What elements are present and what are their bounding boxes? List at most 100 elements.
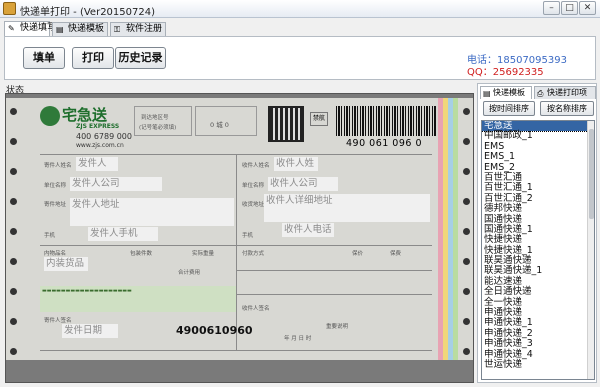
- column-divider: [236, 154, 237, 350]
- origin-box: 到达地区号 (记号笔必须填): [134, 106, 192, 136]
- code-box-text: 0 城 0: [210, 121, 229, 129]
- template-list-item[interactable]: 德邦快递: [482, 203, 594, 214]
- sprocket-hole: [463, 258, 470, 265]
- row-divider: [236, 294, 432, 295]
- receiver-address-field[interactable]: 收件人详细地址: [264, 194, 430, 222]
- history-button[interactable]: 历史记录: [115, 47, 166, 69]
- sender-address-field[interactable]: 发件人地址: [70, 198, 234, 226]
- template-list-item[interactable]: EMS_1: [482, 151, 594, 162]
- tab-template-list[interactable]: ▤ 快递模板: [480, 86, 532, 99]
- tab-fill-express[interactable]: ✎ 快递填写: [4, 21, 56, 36]
- content-field[interactable]: 内装货品: [44, 257, 88, 271]
- sender-phone-field[interactable]: 发件人手机: [88, 227, 158, 241]
- tab-label: 快递模板: [68, 24, 105, 34]
- tab-templates[interactable]: ▤ 快递模板: [52, 22, 108, 36]
- waybill-canvas[interactable]: 宅急送 ZJS EXPRESS 400 6789 000 www.zjs.com…: [5, 93, 474, 383]
- tab-print-items[interactable]: ⎙ 快递打印项: [534, 86, 596, 99]
- fee-label: 保费: [390, 251, 402, 257]
- title-bar: 快递单打印 - (Ver20150724) – □ ✕: [0, 0, 600, 18]
- close-button[interactable]: ✕: [579, 1, 596, 15]
- template-panel: ▤ 快递模板 ⎙ 快递打印项 按时间排序 按名称排序 宅急送 中国邮政_1 EMS E…: [477, 83, 597, 383]
- template-list-item[interactable]: 世运快递: [482, 359, 594, 370]
- receiver-address-label: 收货地址: [242, 202, 265, 208]
- terms-notice: ▬▬▬▬▬▬▬▬▬▬▬▬▬▬▬▬▬▬▬: [40, 286, 236, 312]
- sprocket-hole: [463, 138, 470, 145]
- sender-name-field[interactable]: 发件人: [76, 157, 118, 171]
- key-icon: ⚿: [114, 25, 121, 34]
- sender-company-label: 单位名称: [44, 183, 67, 189]
- sprocket-hole: [10, 228, 17, 235]
- minimize-button[interactable]: –: [543, 1, 560, 15]
- pay-label: 付款方式: [242, 251, 265, 257]
- bottom-border: [40, 350, 432, 351]
- brand-english: ZJS EXPRESS: [76, 123, 120, 130]
- scroll-thumb[interactable]: [589, 129, 594, 219]
- fill-button[interactable]: 填单: [23, 47, 65, 69]
- qq-number: 25692335: [492, 67, 544, 78]
- count-label: 包装件数: [130, 251, 153, 257]
- receiver-mobile-label: 手机: [242, 233, 254, 239]
- brand-name: 宅急送: [62, 106, 108, 124]
- weight-label: 实际重量: [192, 251, 215, 257]
- pencil-icon: ✎: [8, 24, 15, 33]
- row-divider: [236, 245, 432, 246]
- receiver-name-label: 收件人姓名: [242, 163, 270, 169]
- origin-box-note: (记号笔必须填): [139, 125, 177, 131]
- code-box: 0 城 0: [195, 106, 257, 136]
- window-title: 快递单打印 - (Ver20150724): [20, 7, 155, 18]
- tab-label: 快递模板: [493, 88, 525, 97]
- receiver-name-field[interactable]: 收件人姓: [274, 157, 318, 171]
- content-label: 内物品名: [44, 251, 67, 257]
- date-sign-label: 年 月 日 时: [284, 336, 312, 342]
- sprocket-hole: [463, 228, 470, 235]
- qq-line: QQ：25692335: [467, 63, 544, 78]
- sprocket-hole: [463, 108, 470, 115]
- origin-box-label: 到达地区号: [141, 115, 169, 121]
- website: www.zjs.com.cn: [76, 142, 124, 149]
- hotline: 400 6789 000: [76, 132, 132, 141]
- total-label: 合计费用: [178, 270, 201, 276]
- receiver-sign-label: 收件人签名: [242, 306, 270, 312]
- proxy-box: 禁航: [310, 112, 328, 126]
- receiver-phone-field[interactable]: 收件人电话: [282, 223, 334, 237]
- print-icon: ⎙: [537, 89, 544, 98]
- sprocket-hole: [10, 258, 17, 265]
- barcode: [336, 106, 436, 136]
- sprocket-hole: [10, 168, 17, 175]
- maximize-button[interactable]: □: [561, 1, 578, 15]
- insurance-label: 保价: [352, 251, 364, 257]
- sprocket-hole: [10, 318, 17, 325]
- print-button[interactable]: 打印: [72, 47, 114, 69]
- app-icon: [3, 2, 16, 15]
- sender-mobile-label: 手机: [44, 233, 56, 239]
- qq-label: QQ：: [467, 67, 493, 78]
- tab-label: 软件注册: [126, 24, 163, 34]
- sort-by-time-button[interactable]: 按时间排序: [483, 101, 535, 116]
- signature-label: 寄件人签名: [44, 318, 72, 324]
- receiver-company-label: 单位名称: [242, 183, 265, 189]
- tab-label: 快递打印项: [547, 88, 587, 97]
- send-date-field[interactable]: 发件日期: [62, 324, 118, 338]
- sprocket-hole: [463, 198, 470, 205]
- tab-label: 快递填写: [20, 23, 57, 33]
- zjs-logo-icon: [40, 106, 60, 126]
- sender-company-field[interactable]: 发件人公司: [70, 177, 162, 191]
- sender-address-label: 寄件地址: [44, 202, 67, 208]
- sprocket-hole: [463, 288, 470, 295]
- template-icon: ▤: [56, 25, 64, 34]
- copy-stripe-green: [453, 98, 458, 360]
- waybill-image: 宅急送 ZJS EXPRESS 400 6789 000 www.zjs.com…: [6, 98, 473, 360]
- sender-name-label: 寄件人姓名: [44, 163, 72, 169]
- sprocket-hole: [10, 108, 17, 115]
- sprocket-hole: [463, 318, 470, 325]
- toolbar-panel: 填单 打印 历史记录 电话：18507095393 QQ：25692335: [4, 36, 596, 80]
- template-list[interactable]: 宅急送 中国邮政_1 EMS EMS_1 EMS_2 百世汇通 百世汇通_1 百世汇通_2 德邦…: [481, 120, 595, 380]
- receiver-company-field[interactable]: 收件人公司: [268, 177, 338, 191]
- sort-by-name-button[interactable]: 按名称排序: [540, 101, 594, 116]
- tracking-number: 490 061 096 0: [346, 138, 423, 149]
- remark-label: 重要说明: [326, 324, 349, 330]
- tab-register[interactable]: ⚿ 软件注册: [110, 22, 166, 36]
- right-tabs: ▤ 快递模板 ⎙ 快递打印项: [480, 86, 596, 100]
- list-scrollbar[interactable]: [587, 121, 594, 379]
- sprocket-hole: [10, 138, 17, 145]
